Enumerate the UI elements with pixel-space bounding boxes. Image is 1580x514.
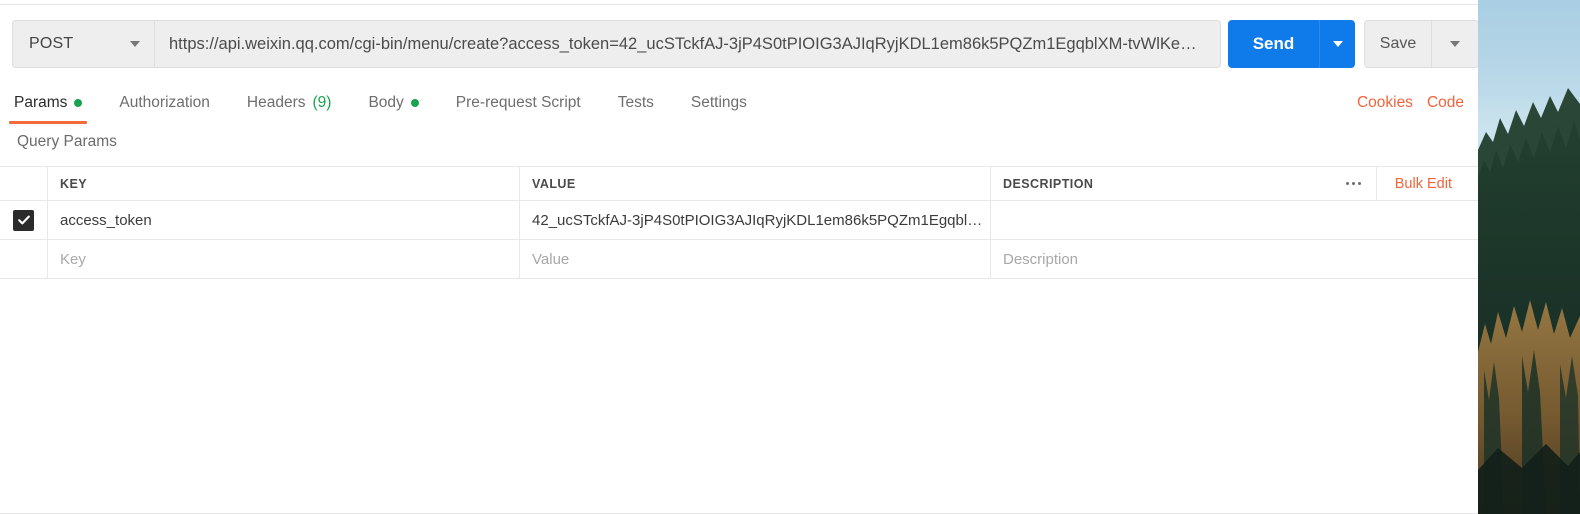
tab-settings-label: Settings <box>690 94 747 111</box>
chevron-down-icon <box>1450 41 1460 47</box>
header-cell-description: DESCRIPTION Bulk Edit <box>991 167 1478 200</box>
screen-root: POST https://api.weixin.qq.com/cgi-bin/m… <box>0 0 1580 514</box>
new-row-value-placeholder: Value <box>532 250 570 268</box>
tab-authorization[interactable]: Authorization <box>119 86 209 120</box>
new-row-description-input[interactable]: Description <box>991 240 1478 278</box>
send-button-group: Send <box>1228 20 1355 68</box>
active-tab-underline <box>9 121 88 124</box>
table-row-new[interactable]: Key Value Description <box>0 240 1478 279</box>
tab-authorization-label: Authorization <box>119 94 210 111</box>
tab-settings[interactable]: Settings <box>691 86 747 120</box>
row-checkbox-cell <box>0 201 48 239</box>
request-tabs-row: Params Authorization Headers (9) Body Pr… <box>0 86 1478 124</box>
tab-pre-request-script-label: Pre-request Script <box>455 94 581 111</box>
new-row-key-input[interactable]: Key <box>48 240 520 278</box>
request-url-field-wrap[interactable]: https://api.weixin.qq.com/cgi-bin/menu/c… <box>154 20 1221 68</box>
chevron-down-icon <box>1332 41 1343 47</box>
new-row-checkbox-cell <box>0 240 48 278</box>
header-cell-value: VALUE <box>520 167 991 200</box>
window-top-divider <box>0 4 1478 5</box>
table-header-actions: Bulk Edit <box>1332 167 1478 200</box>
row-value-value: 42_ucSTckfAJ-3jP4S0tPIOIG3AJIqRyjKDL1em8… <box>532 211 990 229</box>
dot <box>1346 182 1350 185</box>
tab-body[interactable]: Body <box>368 86 419 120</box>
chevron-down-icon <box>130 41 140 47</box>
row-value-cell[interactable]: 42_ucSTckfAJ-3jP4S0tPIOIG3AJIqRyjKDL1em8… <box>520 201 991 239</box>
cookies-link[interactable]: Cookies <box>1357 94 1413 112</box>
request-url-input[interactable]: https://api.weixin.qq.com/cgi-bin/menu/c… <box>169 35 1206 54</box>
row-enabled-checkbox[interactable] <box>13 209 34 231</box>
header-cell-key: KEY <box>48 167 520 200</box>
tab-tests-label: Tests <box>617 94 654 111</box>
more-options-icon[interactable] <box>1332 167 1377 200</box>
row-key-cell[interactable]: access_token <box>48 201 520 239</box>
params-modified-dot-icon <box>74 99 83 107</box>
new-row-description-placeholder: Description <box>1003 250 1079 268</box>
tab-headers-label: Headers <box>246 94 306 111</box>
request-url-bar: POST https://api.weixin.qq.com/cgi-bin/m… <box>12 20 1221 68</box>
tab-params[interactable]: Params <box>9 86 88 124</box>
code-link[interactable]: Code <box>1427 94 1464 112</box>
postman-request-window: POST https://api.weixin.qq.com/cgi-bin/m… <box>0 0 1478 514</box>
tab-tests[interactable]: Tests <box>618 86 654 120</box>
send-button[interactable]: Send <box>1228 20 1319 68</box>
headers-count-badge: (9) <box>312 94 332 111</box>
check-icon <box>17 215 30 225</box>
tab-params-label: Params <box>14 94 68 111</box>
dot <box>1358 182 1362 185</box>
query-params-table: KEY VALUE DESCRIPTION Bulk Edit access_t… <box>0 166 1478 279</box>
wallpaper-forest-image <box>1478 88 1580 514</box>
table-header-row: KEY VALUE DESCRIPTION Bulk Edit <box>0 167 1478 201</box>
save-options-button[interactable] <box>1431 21 1478 67</box>
tab-body-label: Body <box>368 94 404 111</box>
send-options-button[interactable] <box>1319 20 1355 68</box>
body-modified-dot-icon <box>410 99 419 107</box>
tab-headers[interactable]: Headers (9) <box>247 86 332 120</box>
save-button[interactable]: Save <box>1365 21 1431 67</box>
desktop-wallpaper <box>1478 0 1580 514</box>
new-row-value-input[interactable]: Value <box>520 240 991 278</box>
column-header-key: KEY <box>60 176 88 191</box>
http-method-label: POST <box>29 35 74 52</box>
query-params-title: Query Params <box>17 133 117 150</box>
http-method-select[interactable]: POST <box>12 20 154 68</box>
request-tabs: Params Authorization Headers (9) Body Pr… <box>9 86 784 124</box>
bulk-edit-button[interactable]: Bulk Edit <box>1377 176 1466 192</box>
header-cell-checkbox <box>0 167 48 200</box>
tab-pre-request-script[interactable]: Pre-request Script <box>456 86 581 120</box>
column-header-value: VALUE <box>532 176 576 191</box>
dot <box>1352 182 1356 185</box>
row-description-cell[interactable] <box>991 201 1478 239</box>
column-header-description: DESCRIPTION <box>1003 176 1094 191</box>
row-key-value: access_token <box>60 211 152 229</box>
new-row-key-placeholder: Key <box>60 250 86 268</box>
table-row[interactable]: access_token 42_ucSTckfAJ-3jP4S0tPIOIG3A… <box>0 201 1478 240</box>
save-button-group: Save <box>1364 20 1478 68</box>
tabs-right-actions: Cookies Code <box>1357 86 1464 120</box>
